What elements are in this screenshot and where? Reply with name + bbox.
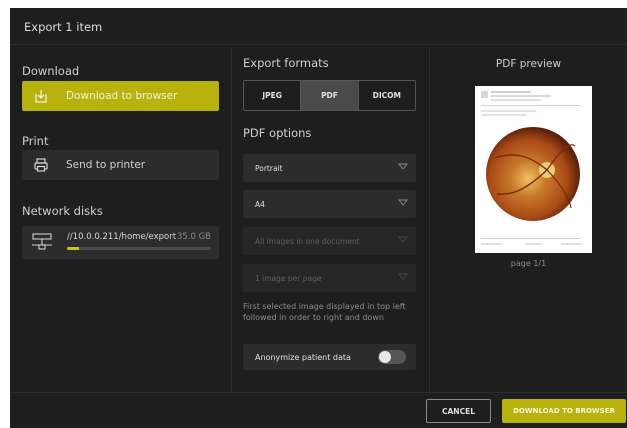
column-divider [429,48,430,394]
orientation-value: Portrait [255,163,283,173]
network-section-label: Network disks [22,204,103,218]
disk-usage-bar [67,247,211,250]
cancel-button[interactable]: CANCEL [426,399,491,423]
pdf-preview-thumbnail [481,91,581,245]
download-section-label: Download [22,64,80,78]
layout-value: 1 image per page [255,273,322,283]
format-selector: JPEG PDF DICOM [243,80,416,111]
paper-size-value: A4 [255,199,265,209]
paper-size-select[interactable]: A4 [243,190,416,218]
format-pdf-button[interactable]: PDF [300,81,358,110]
preview-page-indicator: page 1/1 [510,259,547,268]
format-dicom-button[interactable]: DICOM [357,81,415,110]
download-icon [32,87,50,105]
chevron-down-icon [398,273,408,280]
pdf-options-section-label: PDF options [243,126,312,140]
chevron-down-icon [398,199,408,206]
disk-usage-fill [67,247,79,250]
layout-select[interactable]: 1 image per page [243,264,416,292]
download-to-browser-footer-button[interactable]: DOWNLOAD TO BROWSER [502,399,626,423]
anonymize-label: Anonymize patient data [255,352,351,362]
anonymize-row: Anonymize patient data [243,344,416,370]
orientation-select[interactable]: Portrait [243,154,416,182]
chevron-down-icon [398,163,408,170]
pdf-preview-page [475,86,592,253]
network-disk-item[interactable]: //10.0.0.211/home/export 35.0 GB [22,226,219,259]
layout-info-text: First selected image displayed in top le… [243,302,406,322]
title-divider [10,44,627,45]
download-button-label: Download to browser [66,90,178,102]
toggle-knob [379,351,391,363]
formats-section-label: Export formats [243,56,329,70]
column-divider [231,48,232,394]
print-section-label: Print [22,134,49,148]
download-to-browser-button[interactable]: Download to browser [22,81,219,111]
network-drive-icon [30,233,54,255]
printer-button-label: Send to printer [66,159,146,171]
footer-divider [10,392,627,393]
anonymize-toggle[interactable] [378,350,406,364]
export-dialog: Export 1 item Download Download to brows… [10,8,627,428]
send-to-printer-button[interactable]: Send to printer [22,150,219,180]
disk-path: //10.0.0.211/home/export [67,232,177,242]
disk-size: 35.0 GB [176,232,211,242]
grouping-select[interactable]: All images in one document [243,227,416,255]
dialog-title: Export 1 item [24,20,103,34]
chevron-down-icon [398,236,408,243]
format-jpeg-button[interactable]: JPEG [244,81,301,110]
preview-title: PDF preview [495,58,562,70]
grouping-value: All images in one document [255,236,360,246]
printer-icon [32,156,50,174]
